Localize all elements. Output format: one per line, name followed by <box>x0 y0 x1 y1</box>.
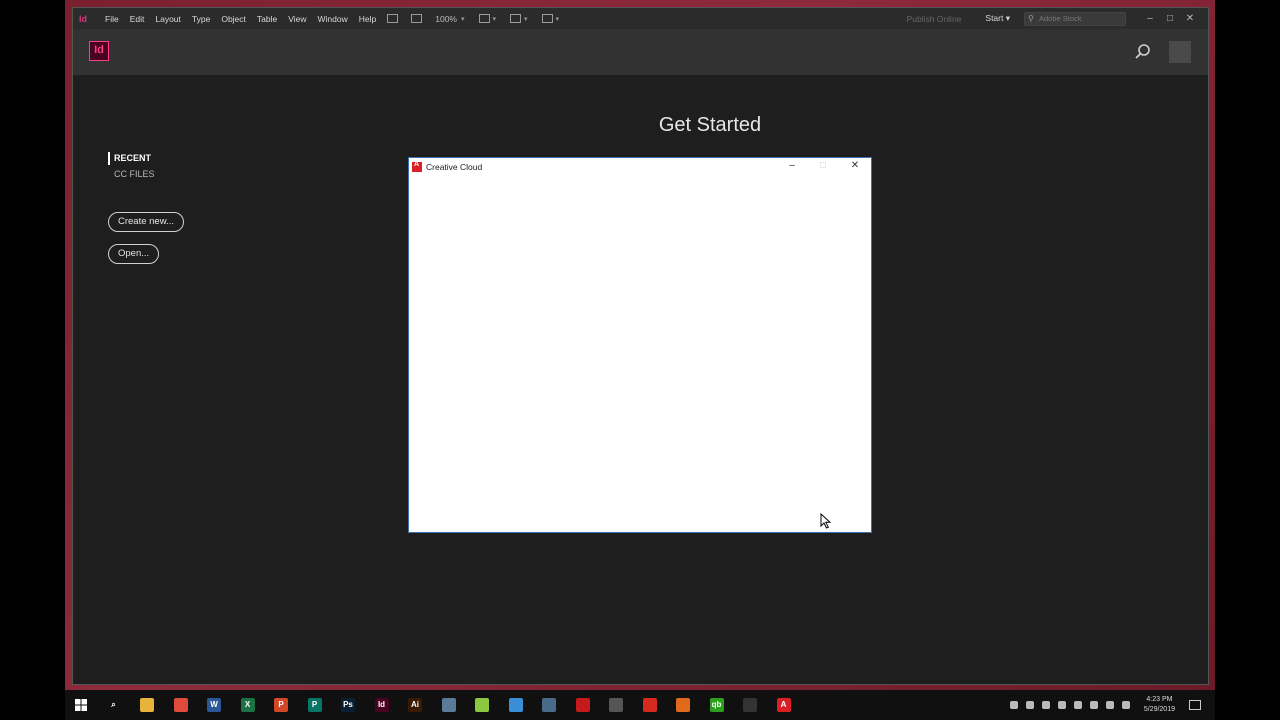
close-button[interactable]: ✕ <box>1180 13 1200 24</box>
menu-window[interactable]: Window <box>318 14 348 24</box>
file-explorer-icon[interactable] <box>140 698 154 712</box>
workspace-label: Start <box>985 13 1004 23</box>
menu-help[interactable]: Help <box>359 14 376 24</box>
view-options-icon[interactable] <box>510 14 522 23</box>
dialog-titlebar: Creative Cloud – □ ✕ <box>409 158 871 176</box>
mouse-cursor-icon <box>820 513 832 529</box>
create-new-button[interactable]: Create new... <box>108 212 184 232</box>
tray-onedrive-icon[interactable] <box>1057 701 1066 709</box>
menu-view[interactable]: View <box>288 14 306 24</box>
dialog-minimize-button[interactable]: – <box>785 160 799 171</box>
settings-red-icon[interactable] <box>642 698 657 712</box>
windows-start-icon[interactable] <box>75 699 87 711</box>
creative-cloud-icon <box>412 161 422 172</box>
screen-mode-icon[interactable] <box>478 14 490 23</box>
zoom-chevron-down-icon[interactable]: ▾ <box>461 15 465 23</box>
taskbar-clock[interactable]: 4:23 PM 5/29/2019 <box>1144 695 1175 715</box>
dialog-close-button[interactable]: ✕ <box>848 160 862 171</box>
arrange-chevron-down-icon[interactable]: ▾ <box>556 15 560 23</box>
tray-network-icon[interactable] <box>1105 701 1114 709</box>
avatar[interactable] <box>1169 41 1191 63</box>
tray-shield-icon[interactable] <box>1009 701 1018 709</box>
clock-date: 5/29/2019 <box>1143 706 1175 713</box>
tray-cloud-icon[interactable] <box>1073 701 1082 709</box>
stock-search-placeholder: Adobe Stock <box>1039 13 1082 23</box>
excel-icon[interactable]: X <box>240 698 255 712</box>
menu-bar: Id File Edit Layout Type Object Table Vi… <box>73 8 1208 29</box>
open-button[interactable]: Open... <box>108 244 160 264</box>
clock-time: 4:23 PM <box>1146 696 1173 703</box>
arrange-documents-icon[interactable] <box>541 14 553 23</box>
creative-cloud-dialog: Creative Cloud – □ ✕ <box>408 157 872 533</box>
acrobat-reader-icon[interactable] <box>575 698 590 712</box>
tray-volume-icon[interactable] <box>1121 701 1130 709</box>
tray-cc-icon[interactable] <box>1041 701 1050 709</box>
matlab-icon[interactable] <box>676 698 690 712</box>
dialog-maximize-button: □ <box>819 160 827 171</box>
indesign-logo-small: Id <box>79 13 87 24</box>
search-icon: ⚲ <box>1028 13 1034 23</box>
photoshop-icon[interactable]: Ps <box>341 698 355 712</box>
home-app-icon[interactable] <box>441 698 456 712</box>
menu-file[interactable]: File <box>105 14 119 24</box>
nav-item-cc-files[interactable]: CC FILES <box>108 169 155 179</box>
indesign-icon[interactable]: Id <box>374 698 389 712</box>
numbers-icon[interactable] <box>475 698 489 712</box>
nav-item-recent[interactable]: RECENT <box>108 152 155 165</box>
start-header: Id <box>73 29 1208 75</box>
zoom-level[interactable]: 100% <box>435 14 457 24</box>
calculator-icon[interactable] <box>609 698 623 712</box>
remote-desktop-icon[interactable] <box>542 698 556 712</box>
menu-layout[interactable]: Layout <box>155 14 181 24</box>
view-options-chevron-down-icon[interactable]: ▾ <box>524 15 528 23</box>
start-nav: RECENT CC FILES <box>108 152 155 179</box>
bridge-icon[interactable] <box>387 14 399 23</box>
adobe-stock-search-input[interactable]: ⚲ Adobe Stock <box>1024 11 1126 26</box>
screen-mode-chevron-down-icon[interactable]: ▾ <box>493 15 497 23</box>
menu-table[interactable]: Table <box>257 14 277 24</box>
publisher-icon[interactable]: P <box>307 698 322 712</box>
chrome-icon[interactable] <box>173 698 188 712</box>
taskbar-apps: ⌕ W X P P Ps Id Ai qb A <box>87 698 791 712</box>
minimize-button[interactable]: – <box>1140 13 1160 24</box>
publish-online-button[interactable]: Publish Online <box>907 14 962 24</box>
menu-object[interactable]: Object <box>221 14 246 24</box>
workspace-switcher[interactable]: Start ▾ <box>985 13 1010 24</box>
menu-type[interactable]: Type <box>192 14 210 24</box>
menu-edit[interactable]: Edit <box>130 14 145 24</box>
menubar-right-group: Publish Online Start ▾ ⚲ Adobe Stock – □… <box>907 8 1200 29</box>
page-title: Get Started <box>658 114 762 136</box>
dialog-title: Creative Cloud <box>426 162 483 172</box>
creative-cloud-icon[interactable]: A <box>776 698 791 712</box>
search-icon[interactable] <box>1134 43 1152 61</box>
powerpoint-icon[interactable]: P <box>274 698 288 712</box>
tray-dropbox-icon[interactable] <box>1025 701 1034 709</box>
system-tray: 4:23 PM 5/29/2019 <box>1002 690 1201 720</box>
windows-taskbar: ⌕ W X P P Ps Id Ai qb A 4:23 PM 5/29/2019 <box>65 690 1215 720</box>
stock-icon[interactable] <box>411 14 423 23</box>
tray-camera-icon[interactable] <box>1089 701 1098 709</box>
indesign-logo: Id <box>89 41 109 61</box>
word-icon[interactable]: W <box>207 698 221 712</box>
action-center-icon[interactable] <box>1189 700 1201 710</box>
illustrator-icon[interactable]: Ai <box>408 698 422 712</box>
quickbooks-icon[interactable]: qb <box>709 698 724 712</box>
globe-icon[interactable] <box>508 698 523 712</box>
obs-icon[interactable] <box>743 698 757 712</box>
search-icon[interactable]: ⌕ <box>106 698 121 712</box>
maximize-button[interactable]: □ <box>1160 13 1180 24</box>
